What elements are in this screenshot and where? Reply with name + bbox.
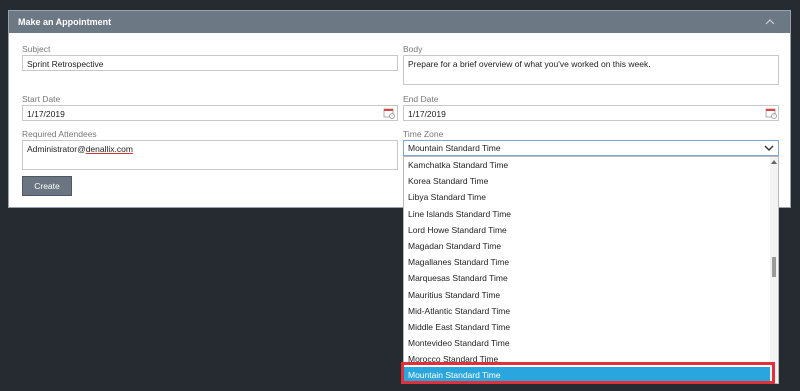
panel-title: Make an Appointment — [18, 17, 112, 27]
scroll-up-arrow-icon[interactable] — [771, 160, 777, 164]
start-date-label: Start Date — [22, 94, 61, 104]
create-button[interactable]: Create — [22, 176, 72, 196]
timezone-select[interactable]: Mountain Standard Time — [403, 140, 779, 156]
timezone-dropdown-list[interactable]: Kamchatka Standard Time Korea Standard Ti… — [403, 156, 779, 384]
attendees-prefix: Administrator@ — [27, 144, 86, 154]
panel-header: Make an Appointment — [9, 11, 790, 33]
attendees-input[interactable]: Administrator@denallix.com — [22, 140, 398, 170]
dropdown-item[interactable]: Mid-Atlantic Standard Time — [404, 303, 778, 319]
end-date-input[interactable]: 1/17/2019 — [403, 105, 779, 121]
timezone-label: Time Zone — [403, 129, 444, 139]
subject-input[interactable]: Sprint Retrospective — [22, 55, 398, 71]
body-label: Body — [403, 44, 423, 54]
dropdown-item[interactable]: Line Islands Standard Time — [404, 206, 778, 222]
dropdown-item[interactable]: Middle East Standard Time — [404, 319, 778, 335]
timezone-selected-value: Mountain Standard Time — [408, 143, 501, 153]
scrollbar-thumb[interactable] — [772, 257, 776, 277]
dropdown-item[interactable]: Mauritius Standard Time — [404, 287, 778, 303]
dropdown-item[interactable]: Korea Standard Time — [404, 173, 778, 189]
attendees-domain: denallix.com — [85, 144, 133, 154]
dropdown-item[interactable]: Magadan Standard Time — [404, 238, 778, 254]
end-date-label: End Date — [403, 94, 439, 104]
body-textarea[interactable]: Prepare for a brief overview of what you… — [403, 55, 779, 85]
dropdown-item[interactable]: Kamchatka Standard Time — [404, 157, 778, 173]
dropdown-item[interactable]: Montevideo Standard Time — [404, 335, 778, 351]
dropdown-item[interactable]: Lord Howe Standard Time — [404, 222, 778, 238]
dropdown-item[interactable]: Marquesas Standard Time — [404, 270, 778, 286]
selection-highlight-box — [401, 362, 775, 384]
chevron-up-icon[interactable] — [764, 16, 776, 28]
dropdown-scrollbar[interactable] — [770, 157, 778, 383]
chevron-down-icon — [764, 145, 774, 151]
subject-label: Subject — [22, 44, 51, 54]
attendees-label: Required Attendees — [22, 129, 97, 139]
start-date-input[interactable]: 1/17/2019 — [22, 105, 398, 121]
calendar-icon[interactable] — [765, 107, 777, 119]
dropdown-item[interactable]: Libya Standard Time — [404, 189, 778, 205]
calendar-icon[interactable] — [383, 107, 395, 119]
dropdown-item[interactable]: Magallanes Standard Time — [404, 254, 778, 270]
